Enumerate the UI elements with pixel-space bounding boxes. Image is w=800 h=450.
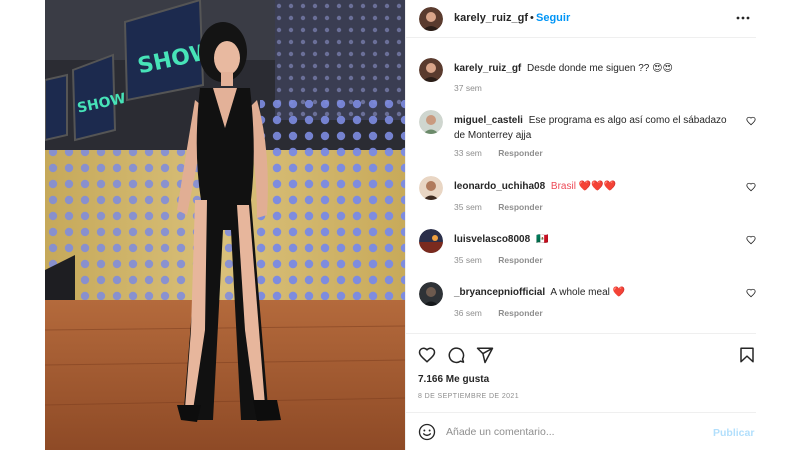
publish-comment-button[interactable]: Publicar: [713, 427, 754, 439]
comment-meta: 35 sem Responder: [454, 255, 543, 265]
comment-heart-icon[interactable]: [746, 288, 756, 298]
reply-button[interactable]: Responder: [498, 308, 542, 318]
comment-heart-icon[interactable]: [746, 235, 756, 245]
comment-meta: 35 sem Responder: [454, 202, 543, 212]
more-horizontal-icon[interactable]: [736, 11, 750, 25]
comment-meta: 36 sem Responder: [454, 308, 543, 318]
post-date: 8 DE SEPTIEMBRE DE 2021: [418, 393, 520, 400]
author-avatar[interactable]: [419, 7, 443, 31]
comment-text-block: miguel_casteli Ese programa es algo así …: [454, 113, 734, 143]
post-photo-illustration: SHOW SHOW: [45, 0, 405, 450]
paper-plane-icon[interactable]: [476, 346, 494, 364]
comment-composer: Publicar: [406, 412, 756, 450]
commenter-avatar[interactable]: [419, 110, 443, 134]
header-separator: •: [530, 12, 534, 24]
reply-button[interactable]: Responder: [498, 148, 542, 158]
reply-button[interactable]: Responder: [498, 202, 542, 212]
post-header: karely_ruiz_gf • Seguir: [406, 0, 756, 38]
commenter-avatar[interactable]: [419, 176, 443, 200]
reply-button[interactable]: Responder: [498, 255, 542, 265]
comment-input[interactable]: [446, 422, 696, 442]
caption-meta: 37 sem: [454, 83, 482, 93]
comment-text-block: luisvelasco8008 🇲🇽: [454, 232, 734, 247]
author-username[interactable]: karely_ruiz_gf: [454, 12, 528, 24]
comment-meta: 33 sem Responder: [454, 148, 543, 158]
heart-icon[interactable]: [418, 346, 436, 364]
comment-username[interactable]: luisvelasco8008: [454, 234, 530, 245]
comment-time: 35 sem: [454, 202, 482, 212]
likes-count[interactable]: 7.166 Me gusta: [418, 374, 489, 385]
post-photo[interactable]: SHOW SHOW: [45, 0, 405, 450]
comment-time: 35 sem: [454, 255, 482, 265]
caption-text: Desde donde me siguen ?? 😍😍: [527, 63, 673, 74]
comment-text: Brasil ❤️❤️❤️: [550, 181, 617, 192]
commenter-avatar[interactable]: [419, 229, 443, 253]
comment-username[interactable]: leonardo_uchiha08: [454, 181, 545, 192]
caption-author-avatar[interactable]: [419, 58, 443, 82]
comment-time: 36 sem: [454, 308, 482, 318]
smiley-icon[interactable]: [418, 423, 436, 441]
bookmark-icon[interactable]: [738, 346, 756, 364]
follow-button[interactable]: Seguir: [536, 12, 570, 24]
comment-heart-icon[interactable]: [746, 116, 756, 126]
commenter-avatar[interactable]: [419, 282, 443, 306]
comment-heart-icon[interactable]: [746, 182, 756, 192]
caption-username[interactable]: karely_ruiz_gf: [454, 63, 521, 74]
comment-bubble-icon[interactable]: [447, 346, 465, 364]
comment-username[interactable]: miguel_casteli: [454, 115, 523, 126]
comment-text: A whole meal ❤️: [550, 287, 626, 298]
comment-username[interactable]: _bryancepniofficial: [454, 287, 545, 298]
caption-text-block: karely_ruiz_gf Desde donde me siguen ?? …: [454, 61, 734, 76]
comment-text-block: _bryancepniofficial A whole meal ❤️: [454, 285, 734, 300]
caption-time: 37 sem: [454, 83, 482, 93]
comment-time: 33 sem: [454, 148, 482, 158]
comment-text-block: leonardo_uchiha08 Brasil ❤️❤️❤️: [454, 179, 734, 194]
comment-text: 🇲🇽: [535, 234, 549, 245]
post-details-panel: karely_ruiz_gf • Seguir karely_ruiz_gf D…: [405, 0, 756, 450]
post-action-bar: [406, 333, 756, 371]
